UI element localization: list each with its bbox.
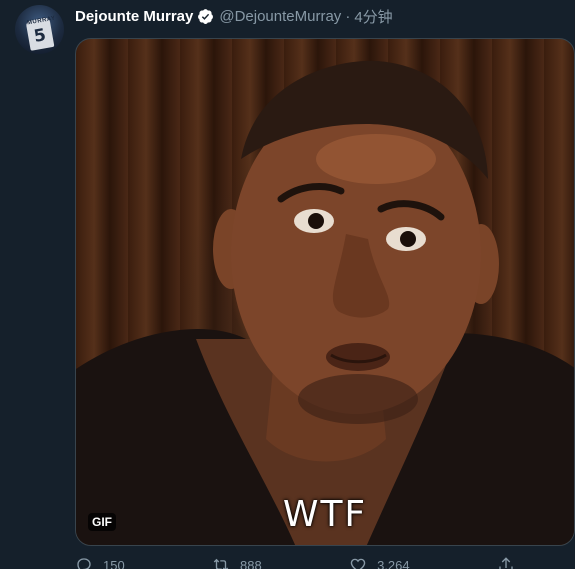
author-handle[interactable]: @DejounteMurray: [219, 8, 341, 25]
header-separator: ·: [345, 7, 351, 25]
share-icon: [499, 557, 513, 569]
like-button[interactable]: 3,264: [349, 556, 410, 569]
gif-frame-illustration: [76, 60, 574, 545]
like-icon: [350, 558, 366, 569]
retweet-count: 888: [240, 557, 262, 569]
tweet-header: Dejounte Murray @DejounteMurray · 4分钟: [75, 5, 393, 27]
retweet-button[interactable]: 888: [212, 556, 262, 569]
tweet-gif-media[interactable]: WTF GIF: [75, 38, 575, 546]
author-name[interactable]: Dejounte Murray: [75, 8, 193, 25]
tweet-timestamp[interactable]: 4分钟: [354, 6, 392, 27]
gif-badge: GIF: [88, 513, 116, 531]
gif-caption: WTF: [282, 494, 368, 535]
verified-badge-icon: [197, 8, 214, 25]
reply-icon: [77, 558, 91, 569]
author-avatar[interactable]: MURRAY 5: [15, 5, 64, 54]
share-button[interactable]: [497, 556, 515, 569]
like-count: 3,264: [377, 557, 410, 569]
reply-button[interactable]: 150: [75, 556, 125, 569]
reply-count: 150: [103, 557, 125, 569]
tweet-actions: 150 888 3,264: [75, 556, 515, 569]
retweet-icon: [213, 558, 229, 569]
